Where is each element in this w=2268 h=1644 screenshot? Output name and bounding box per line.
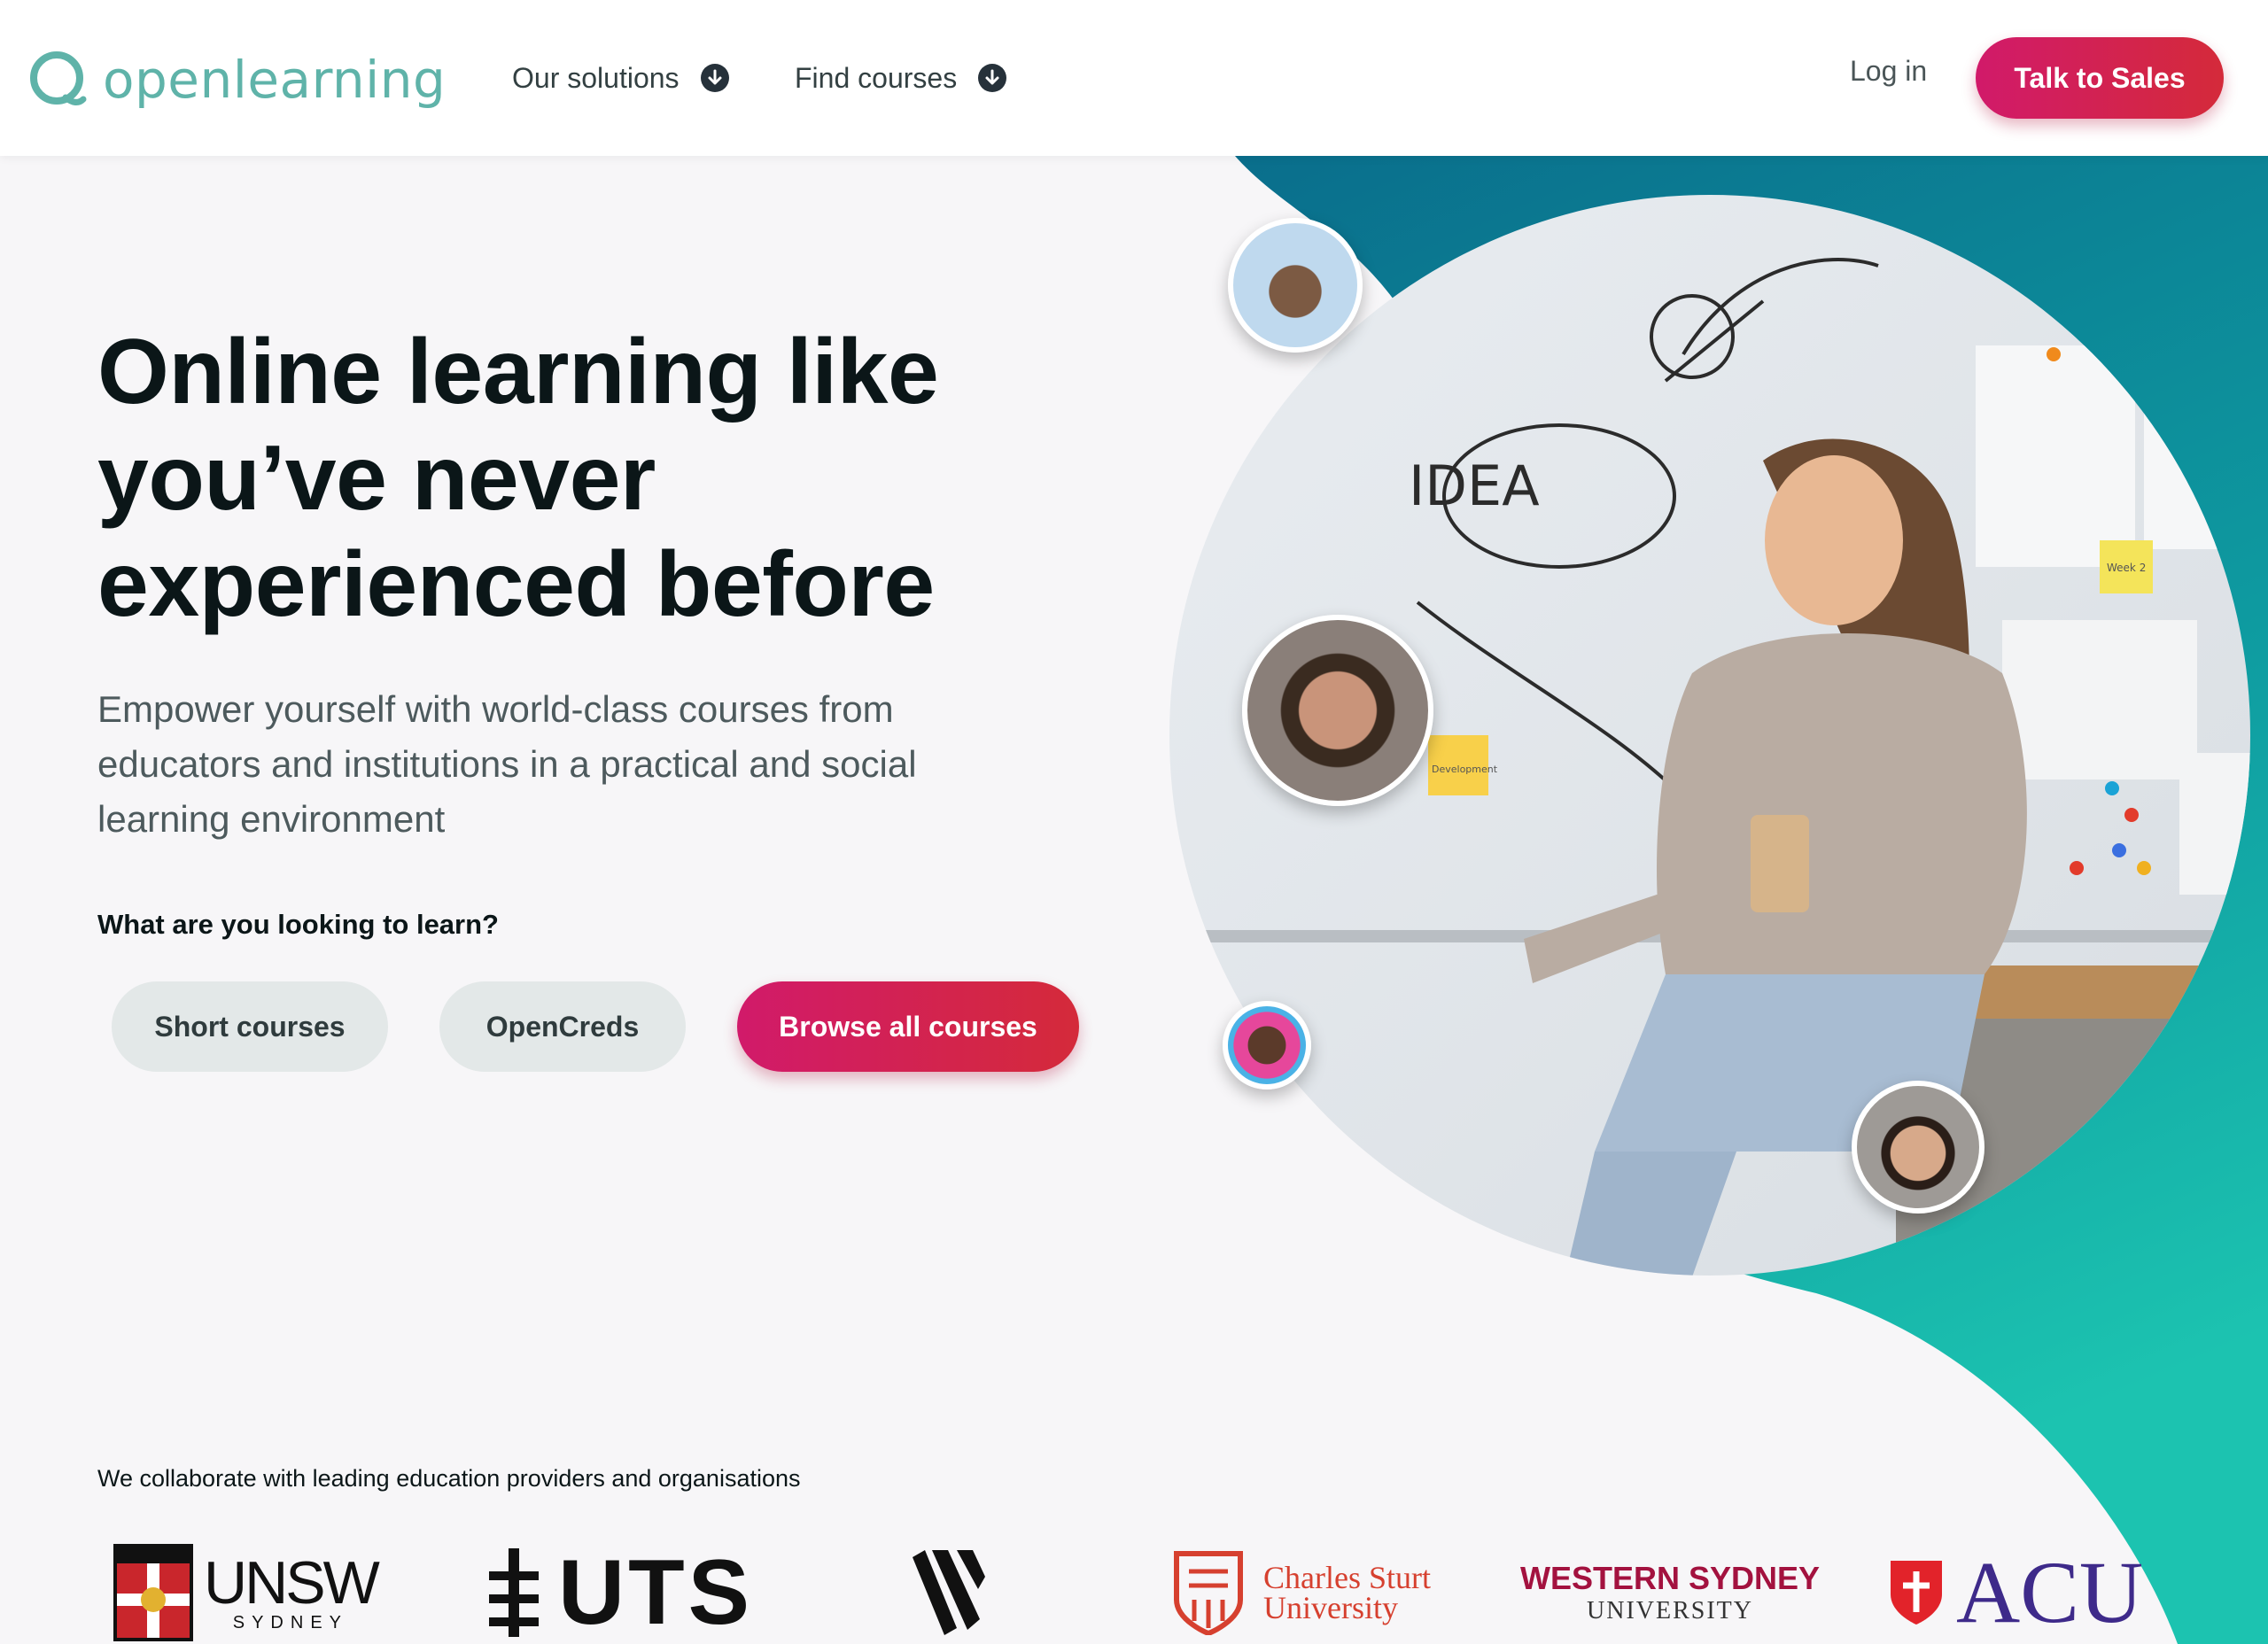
nav-our-solutions-label: Our solutions [512,61,680,94]
learner-avatar [1223,1001,1311,1090]
partners-heading: We collaborate with leading education pr… [97,1465,801,1492]
uts-logo[interactable]: UTS [485,1541,753,1644]
nav-find-courses-label: Find courses [795,61,958,94]
talk-to-sales-button[interactable]: Talk to Sales [1976,37,2224,119]
logo-text: openlearning [103,50,447,110]
uts-emblem-icon [489,1548,539,1637]
hero-title-line-2: you’ve never [97,427,656,530]
site-header: openlearning Our solutions Find courses … [0,0,2268,156]
learner-avatar [1852,1081,1984,1214]
uts-wordmark: UTS [558,1540,753,1644]
sticky-note-development-text: Development [1432,764,1498,775]
hero-subtitle: Empower yourself with world-class course… [97,688,917,840]
acu-shield-icon [1891,1561,1942,1625]
openlearning-logo-icon [30,51,87,105]
nav-our-solutions[interactable]: Our solutions [512,53,729,103]
acu-logo[interactable]: ACU [1889,1541,2143,1644]
acu-wordmark: ACU [1956,1543,2144,1641]
western-sydney-logo[interactable]: WESTERN SYDNEY UNIVERSITY [1520,1541,1820,1644]
opencreds-button[interactable]: OpenCreds [439,981,686,1072]
arrow-down-circle-icon [700,64,729,92]
browse-all-courses-button[interactable]: Browse all courses [737,981,1079,1072]
unsw-wordmark: UNSW [204,1548,380,1617]
stripes-logo-icon [913,1550,985,1635]
whiteboard-idea-text: IDEA [1409,454,1540,518]
unsw-shield-icon [113,1544,193,1641]
arrow-down-circle-icon [978,64,1007,92]
short-courses-button[interactable]: Short courses [112,981,388,1072]
unsw-logo[interactable]: UNSW SYDNEY [113,1541,380,1644]
csu-sub: University [1263,1590,1398,1625]
wsu-name: WESTERN SYDNEY [1520,1560,1821,1596]
wsu-sub: UNIVERSITY [1587,1597,1754,1625]
partner-stripes-logo[interactable] [913,1541,985,1644]
csu-name: Charles Sturt [1263,1560,1431,1595]
hero-title-line-3: experienced before [97,533,935,636]
learner-avatar [1228,218,1363,353]
learn-question: What are you looking to learn? [97,909,499,940]
csu-shield-icon [1174,1551,1243,1635]
hero-title: Online learning like you’ve never experi… [97,319,1072,638]
nav-find-courses[interactable]: Find courses [795,53,1007,103]
hero-title-line-1: Online learning like [97,321,939,423]
learner-avatar [1242,615,1433,806]
openlearning-logo[interactable]: openlearning [27,44,446,115]
login-link[interactable]: Log in [1850,55,1927,88]
charles-sturt-logo[interactable]: Charles Sturt University [1173,1541,1431,1644]
sticky-note-week-text: Week 2 [2107,562,2146,574]
